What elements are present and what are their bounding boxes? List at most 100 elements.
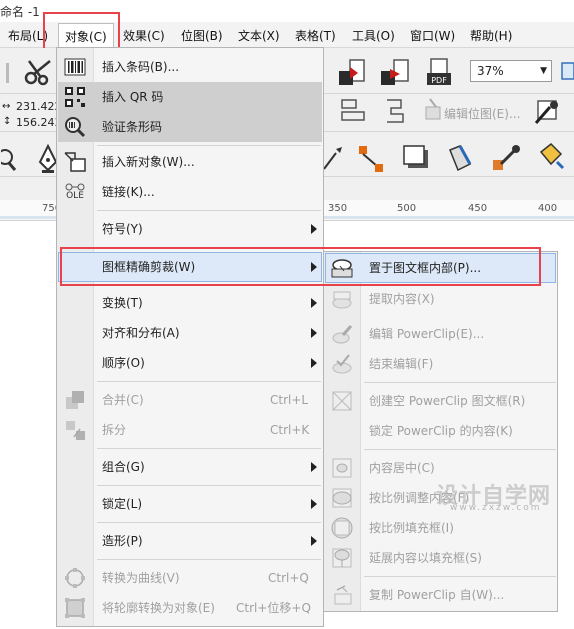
ruler-label: 500 bbox=[397, 203, 417, 214]
coord-y-icon: ↕ bbox=[3, 116, 12, 127]
menu-item-shaping[interactable]: 造形(P) bbox=[58, 526, 322, 556]
coord-x-value[interactable]: 231.422 bbox=[16, 100, 62, 113]
menu-item-order[interactable]: 顺序(O) bbox=[58, 348, 322, 378]
object-menu: 插入条码(B)... 插入 QR 码 验证条形码 插入新对象(W)... OLE… bbox=[56, 47, 324, 627]
menu-item-fill-frame-proportionally[interactable]: 按比例填充框(I) bbox=[325, 513, 556, 543]
fit-proportionally-icon bbox=[330, 487, 354, 509]
powerclip-submenu: 置于图文框内部(P)... 提取内容(X) 编辑 PowerClip(E)...… bbox=[323, 251, 558, 612]
menu-object[interactable]: 对象(C) bbox=[58, 23, 114, 47]
svg-text:PDF: PDF bbox=[431, 76, 447, 85]
coord-x-icon: ↔ bbox=[2, 101, 11, 112]
toolbar-handle-icon bbox=[0, 60, 16, 86]
menu-item-links[interactable]: OLE 链接(K)... bbox=[58, 177, 322, 207]
menu-item-transform[interactable]: 变换(T) bbox=[58, 288, 322, 318]
menu-item-symbol[interactable]: 符号(Y) bbox=[58, 214, 322, 244]
menu-item-align-distribute[interactable]: 对齐和分布(A) bbox=[58, 318, 322, 348]
export-icon[interactable] bbox=[376, 55, 414, 91]
title-bar: 命名 -1 bbox=[0, 0, 574, 22]
chevron-down-icon: ▼ bbox=[540, 66, 547, 76]
menu-item-break-apart[interactable]: 拆分 Ctrl+K bbox=[58, 415, 322, 445]
menu-separator bbox=[97, 485, 321, 486]
menu-item-combine[interactable]: 合并(C) Ctrl+L bbox=[58, 385, 322, 415]
edit-powerclip-icon bbox=[330, 323, 354, 345]
edit-bitmap-button[interactable]: 编辑位图(E)... bbox=[444, 105, 520, 122]
menu-separator bbox=[97, 145, 321, 146]
tab-order-icon[interactable] bbox=[378, 93, 414, 129]
drop-shadow-icon[interactable] bbox=[398, 140, 434, 176]
submenu-arrow-icon bbox=[311, 358, 317, 368]
ole-link-icon: OLE bbox=[63, 181, 87, 203]
submenu-arrow-icon bbox=[311, 262, 317, 272]
finish-editing-icon bbox=[330, 353, 354, 375]
extract-contents-icon bbox=[330, 288, 354, 310]
menu-bitmaps[interactable]: 位图(B) bbox=[181, 27, 223, 44]
zoom-level-value: 37% bbox=[477, 64, 504, 78]
menu-separator bbox=[364, 576, 556, 577]
fill-proportionally-icon bbox=[330, 517, 354, 539]
zoom-tool-icon[interactable] bbox=[0, 144, 18, 174]
menu-item-lock-powerclip-contents[interactable]: 锁定 PowerClip 的内容(K) bbox=[325, 416, 556, 446]
copy-powerclip-icon bbox=[330, 584, 354, 606]
submenu-arrow-icon bbox=[311, 224, 317, 234]
publish-pdf-icon[interactable]: PDF bbox=[420, 55, 458, 91]
break-apart-icon bbox=[63, 419, 87, 441]
trace-bitmap-icon[interactable] bbox=[530, 93, 566, 129]
menu-item-finish-editing[interactable]: 结束编辑(F) bbox=[325, 349, 556, 379]
menu-bar: 布局(L) 对象(C) 效果(C) 位图(B) 文本(X) 表格(T) 工具(O… bbox=[0, 22, 574, 48]
import-icon[interactable] bbox=[334, 55, 372, 91]
submenu-arrow-icon bbox=[311, 536, 317, 546]
fill-tool-icon[interactable] bbox=[530, 140, 570, 176]
menu-item-copy-powerclip-from[interactable]: 复制 PowerClip 自(W)... bbox=[325, 580, 556, 610]
menu-item-lock[interactable]: 锁定(L) bbox=[58, 489, 322, 519]
zoom-level-select[interactable]: 37% ▼ bbox=[470, 60, 552, 82]
menu-item-create-empty-powerclip[interactable]: 创建空 PowerClip 图文框(R) bbox=[325, 386, 556, 416]
menu-item-stretch-contents[interactable]: 延展内容以填充框(S) bbox=[325, 543, 556, 573]
watermark-url: www.zxzw.com bbox=[450, 503, 542, 513]
empty-frame-icon bbox=[330, 390, 354, 412]
menu-item-insert-barcode[interactable]: 插入条码(B)... bbox=[58, 52, 322, 82]
submenu-arrow-icon bbox=[311, 462, 317, 472]
menu-separator bbox=[97, 210, 321, 211]
magnifier-icon bbox=[63, 116, 87, 138]
menu-item-place-inside-frame[interactable]: 置于图文框内部(P)... bbox=[325, 253, 556, 283]
menu-separator bbox=[364, 382, 556, 383]
menu-separator bbox=[97, 381, 321, 382]
stretch-contents-icon bbox=[330, 547, 354, 569]
submenu-arrow-icon bbox=[311, 328, 317, 338]
menu-help[interactable]: 帮助(H) bbox=[470, 27, 512, 44]
menu-window[interactable]: 窗口(W) bbox=[410, 27, 455, 44]
scissors-icon[interactable] bbox=[22, 56, 56, 88]
menu-item-extract-contents[interactable]: 提取内容(X) bbox=[325, 284, 556, 314]
new-object-icon bbox=[63, 151, 87, 173]
convert-to-curves-icon bbox=[63, 567, 87, 589]
ruler-label: 400 bbox=[538, 203, 558, 214]
menu-text[interactable]: 文本(X) bbox=[238, 27, 280, 44]
transparency-tool-icon[interactable] bbox=[442, 140, 478, 176]
menu-layout[interactable]: 布局(L) bbox=[8, 27, 48, 44]
menu-item-insert-qr-code[interactable]: 插入 QR 码 bbox=[58, 82, 322, 112]
menu-table[interactable]: 表格(T) bbox=[295, 27, 336, 44]
menu-item-outline-to-object[interactable]: 将轮廓转换为对象(E) Ctrl+位移+Q bbox=[58, 593, 322, 623]
place-inside-frame-icon bbox=[330, 257, 354, 279]
ruler-label: 350 bbox=[328, 203, 348, 214]
eyedropper-tool-icon[interactable] bbox=[488, 140, 526, 176]
submenu-arrow-icon bbox=[311, 499, 317, 509]
menu-separator bbox=[364, 449, 556, 450]
snap-icon[interactable] bbox=[560, 56, 574, 86]
connector-tool-icon[interactable] bbox=[352, 140, 390, 176]
menu-separator bbox=[97, 559, 321, 560]
edit-bitmap-icon bbox=[420, 93, 446, 129]
menu-separator bbox=[97, 448, 321, 449]
menu-item-insert-new-object[interactable]: 插入新对象(W)... bbox=[58, 147, 322, 177]
menu-item-validate-barcode[interactable]: 验证条形码 bbox=[58, 112, 322, 142]
menu-effects[interactable]: 效果(C) bbox=[123, 27, 165, 44]
menu-item-powerclip[interactable]: 图框精确剪裁(W) bbox=[58, 252, 322, 282]
menu-tools[interactable]: 工具(O) bbox=[352, 27, 395, 44]
menu-item-group[interactable]: 组合(G) bbox=[58, 452, 322, 482]
align-icon[interactable] bbox=[334, 93, 372, 129]
coord-y-value[interactable]: 156.243 bbox=[16, 116, 62, 129]
menu-item-convert-to-curves[interactable]: 转换为曲线(V) Ctrl+Q bbox=[58, 563, 322, 593]
outline-to-object-icon bbox=[63, 597, 87, 619]
menu-item-edit-powerclip[interactable]: 编辑 PowerClip(E)... bbox=[325, 319, 556, 349]
combine-icon bbox=[63, 389, 87, 411]
